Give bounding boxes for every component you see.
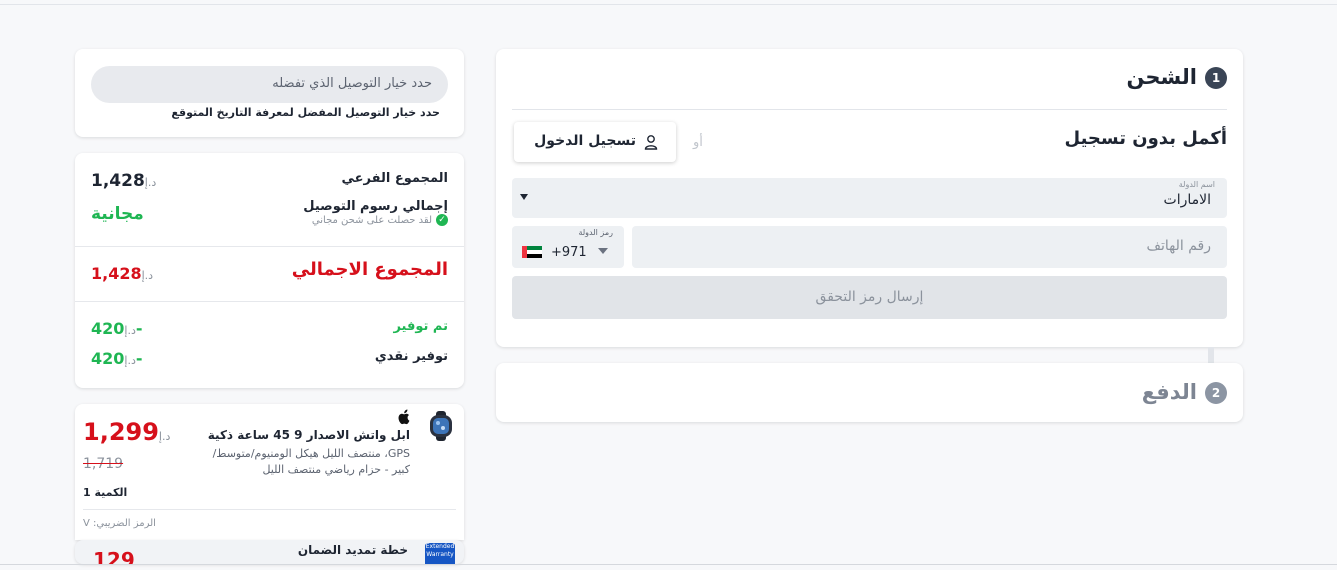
warranty-price: 129 (93, 548, 135, 564)
subtotal-value: 1,428 (91, 171, 145, 191)
subtotal-label: المجموع الفرعي (341, 171, 448, 186)
delivery-option-select[interactable]: حدد خيار التوصيل الذي تفضله (91, 66, 448, 103)
product-price: د.إ1,299 (83, 418, 171, 446)
country-code-label: رمز الدولة (578, 228, 613, 237)
total-amount: د.إ1,428 (91, 264, 154, 283)
uae-flag-icon (522, 246, 542, 258)
payment-step-card[interactable]: 2 الدفع (496, 363, 1243, 422)
step-number-badge: 2 (1205, 382, 1227, 404)
login-button-label: تسجيل الدخول (534, 133, 636, 149)
smartwatch-icon[interactable] (428, 411, 454, 441)
send-verification-code-label: إرسال رمز التحقق (815, 289, 924, 305)
shipping-fee-value: مجانية (91, 204, 144, 224)
bottom-border (0, 564, 1337, 565)
product-quantity: الكمية 1 (83, 486, 128, 499)
payment-step-title: الدفع (1141, 380, 1197, 404)
country-select[interactable]: اسم الدولة الامارات (512, 178, 1227, 218)
step-connector (1208, 347, 1214, 363)
product-old-price: 1,719 (83, 456, 124, 472)
send-verification-code-button[interactable]: إرسال رمز التحقق (512, 276, 1227, 319)
step-number-badge: 1 (1205, 67, 1227, 89)
user-icon (644, 135, 658, 150)
saved-amount: د.إ420- (91, 319, 143, 338)
guest-checkout-title: أكمل بدون تسجيل (1064, 128, 1227, 149)
or-label: أو (693, 135, 703, 150)
tax-code: الرمز الضريبي: V (83, 518, 156, 529)
product-divider (83, 509, 456, 510)
saved-label: تم توفير (393, 319, 448, 334)
order-summary-card: المجموع الفرعي د.إ1,428 إجمالي رسوم التو… (75, 153, 464, 388)
login-button[interactable]: تسجيل الدخول (514, 122, 676, 162)
chevron-down-icon (598, 248, 608, 254)
warranty-addon-card: Extended Warranty خطة تمديد الضمان 129 (75, 540, 464, 564)
check-circle-icon: ✓ (436, 214, 448, 226)
subtotal-amount: د.إ1,428 (91, 171, 157, 191)
extended-warranty-icon: Extended Warranty (425, 543, 455, 564)
phone-number-placeholder: رقم الهاتف (1146, 238, 1211, 254)
product-title[interactable]: ابل واتش الاصدار 9 45 ساعة ذكية (208, 428, 410, 442)
cart-item-card: ابل واتش الاصدار 9 45 ساعة ذكية GPS، منت… (75, 404, 464, 540)
shipping-divider (512, 109, 1227, 110)
free-shipping-note: ✓لقد حصلت على شحن مجاني (312, 214, 448, 226)
country-value: الامارات (1163, 192, 1211, 208)
phone-number-input[interactable]: رقم الهاتف (632, 226, 1227, 268)
country-field-label: اسم الدولة (1178, 180, 1215, 189)
country-code-select[interactable]: رمز الدولة +971 (512, 226, 624, 268)
apple-logo-icon (398, 409, 410, 425)
delivery-option-card: حدد خيار التوصيل الذي تفضله حدد خيار الت… (75, 49, 464, 137)
cash-saving-label: توفير نقدي (374, 349, 448, 364)
delivery-option-placeholder: حدد خيار التوصيل الذي تفضله (272, 76, 432, 91)
shipping-fee-label: إجمالي رسوم التوصيل (303, 199, 448, 214)
dropdown-arrow-icon (520, 194, 528, 200)
total-label: المجموع الاجمالي (291, 259, 448, 280)
product-description: GPS، منتصف الليل هيكل الومنيوم/متوسط/كبي… (212, 447, 410, 476)
shipping-step-card: 1 الشحن أكمل بدون تسجيل أو تسجيل الدخول … (496, 49, 1243, 347)
shipping-fee-row: إجمالي رسوم التوصيل ✓لقد حصلت على شحن مج… (91, 199, 448, 231)
top-border (0, 4, 1337, 5)
subtotal-row: المجموع الفرعي د.إ1,428 (91, 171, 448, 191)
total-value: 1,428 (91, 264, 142, 283)
saved-row: تم توفير د.إ420- (91, 319, 448, 339)
summary-divider (75, 246, 464, 247)
summary-divider (75, 301, 464, 302)
total-row: المجموع الاجمالي د.إ1,428 (91, 259, 448, 285)
delivery-hint: حدد خيار التوصيل المفضل لمعرفة التاريخ ا… (171, 106, 440, 119)
warranty-title: خطة تمديد الضمان (297, 543, 408, 557)
cash-saving-amount: د.إ420- (91, 349, 143, 368)
shipping-step-title: الشحن (1126, 65, 1198, 89)
country-code-value: +971 (551, 245, 587, 260)
cash-saving-row: توفير نقدي د.إ420- (91, 349, 448, 369)
